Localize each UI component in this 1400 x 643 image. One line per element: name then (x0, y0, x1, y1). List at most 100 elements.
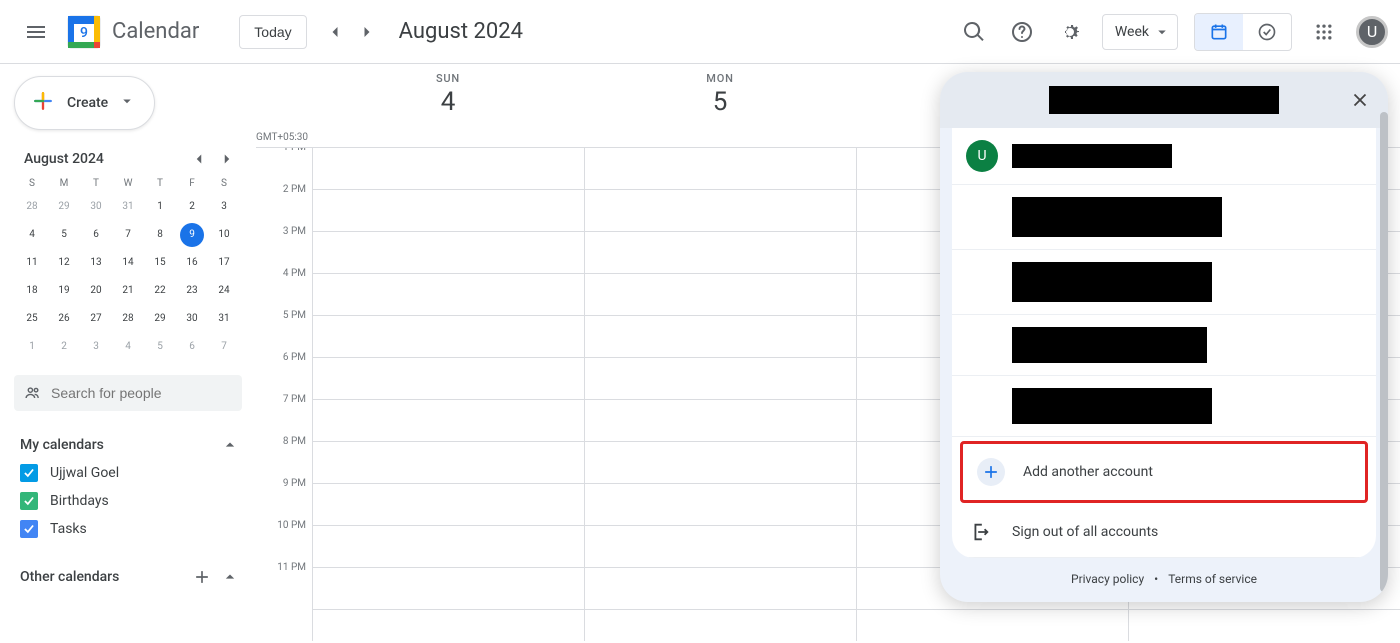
mini-day[interactable]: 7 (212, 335, 236, 359)
calendar-item[interactable]: Birthdays (10, 487, 246, 515)
other-calendars-toggle[interactable]: Other calendars (10, 563, 246, 591)
support-button[interactable] (1002, 12, 1042, 52)
mini-day[interactable]: 16 (180, 251, 204, 275)
mini-day[interactable]: 24 (212, 279, 236, 303)
add-calendar-button[interactable] (192, 567, 212, 587)
mini-day[interactable]: 23 (180, 279, 204, 303)
mini-day[interactable]: 17 (212, 251, 236, 275)
mini-day[interactable]: 25 (20, 307, 44, 331)
mini-day[interactable]: 18 (20, 279, 44, 303)
day-column[interactable] (584, 148, 856, 641)
mini-prev-button[interactable] (190, 150, 208, 168)
account-row[interactable]: U (952, 128, 1376, 185)
sign-out-button[interactable]: Sign out of all accounts (952, 507, 1376, 558)
mini-day[interactable]: 1 (20, 335, 44, 359)
today-button[interactable]: Today (239, 15, 306, 49)
mini-day[interactable]: 10 (212, 223, 236, 247)
mini-day[interactable]: 31 (116, 195, 140, 219)
hour-cell[interactable] (585, 484, 856, 526)
mini-day[interactable]: 22 (148, 279, 172, 303)
main-menu-button[interactable] (12, 8, 60, 56)
hour-cell[interactable] (313, 190, 584, 232)
mini-day[interactable]: 5 (148, 335, 172, 359)
add-another-account-button[interactable]: Add another account (963, 444, 1365, 500)
mini-day[interactable]: 5 (52, 223, 76, 247)
terms-link[interactable]: Terms of service (1168, 572, 1257, 586)
hour-cell[interactable] (585, 400, 856, 442)
hour-cell[interactable] (313, 316, 584, 358)
hour-cell[interactable] (585, 316, 856, 358)
mini-day[interactable]: 4 (20, 223, 44, 247)
hour-cell[interactable] (585, 358, 856, 400)
settings-button[interactable] (1050, 12, 1090, 52)
account-row[interactable] (952, 376, 1376, 437)
account-row[interactable] (952, 315, 1376, 376)
mini-day[interactable]: 3 (84, 335, 108, 359)
mini-day[interactable]: 4 (116, 335, 140, 359)
close-popup-button[interactable] (1344, 84, 1376, 116)
mini-day[interactable]: 27 (84, 307, 108, 331)
mini-day[interactable]: 28 (116, 307, 140, 331)
mini-day[interactable]: 28 (20, 195, 44, 219)
mini-day[interactable]: 31 (212, 307, 236, 331)
next-period-button[interactable] (351, 16, 383, 48)
privacy-link[interactable]: Privacy policy (1071, 572, 1144, 586)
mini-day[interactable]: 7 (116, 223, 140, 247)
hour-cell[interactable] (313, 484, 584, 526)
mini-day[interactable]: 12 (52, 251, 76, 275)
mini-day[interactable]: 29 (52, 195, 76, 219)
mini-day[interactable]: 29 (148, 307, 172, 331)
calendar-item[interactable]: Tasks (10, 515, 246, 543)
prev-period-button[interactable] (319, 16, 351, 48)
tasks-view-toggle[interactable] (1243, 14, 1291, 50)
account-row[interactable] (952, 250, 1376, 315)
mini-day[interactable]: 14 (116, 251, 140, 275)
hour-cell[interactable] (585, 190, 856, 232)
hour-cell[interactable] (585, 274, 856, 316)
day-column-header[interactable]: MON5 (584, 64, 856, 147)
mini-day[interactable]: 13 (84, 251, 108, 275)
mini-day[interactable]: 11 (20, 251, 44, 275)
search-people[interactable] (14, 375, 242, 411)
mini-day[interactable]: 1 (148, 195, 172, 219)
mini-day[interactable]: 26 (52, 307, 76, 331)
mini-day[interactable]: 19 (52, 279, 76, 303)
mini-day[interactable]: 9 (180, 223, 204, 247)
hour-cell[interactable] (313, 442, 584, 484)
hour-cell[interactable] (585, 148, 856, 190)
hour-cell[interactable] (585, 232, 856, 274)
hour-cell[interactable] (313, 568, 584, 610)
account-avatar[interactable]: U (1356, 16, 1388, 48)
mini-day[interactable]: 2 (180, 195, 204, 219)
calendar-checkbox[interactable] (20, 464, 38, 482)
mini-day[interactable]: 6 (180, 335, 204, 359)
view-selector[interactable]: Week (1102, 14, 1178, 50)
hour-cell[interactable] (585, 442, 856, 484)
search-button[interactable] (954, 12, 994, 52)
mini-day[interactable]: 2 (52, 335, 76, 359)
day-column[interactable] (312, 148, 584, 641)
hour-cell[interactable] (313, 526, 584, 568)
hour-cell[interactable] (313, 232, 584, 274)
google-apps-button[interactable] (1304, 12, 1344, 52)
mini-day[interactable]: 15 (148, 251, 172, 275)
hour-cell[interactable] (313, 400, 584, 442)
calendar-checkbox[interactable] (20, 492, 38, 510)
account-row[interactable] (952, 185, 1376, 250)
mini-day[interactable]: 6 (84, 223, 108, 247)
mini-day[interactable]: 8 (148, 223, 172, 247)
popup-scrollbar[interactable] (1380, 112, 1388, 592)
mini-day[interactable]: 30 (180, 307, 204, 331)
mini-next-button[interactable] (218, 150, 236, 168)
hour-cell[interactable] (313, 148, 584, 190)
calendar-checkbox[interactable] (20, 520, 38, 538)
calendar-item[interactable]: Ujjwal Goel (10, 459, 246, 487)
mini-day[interactable]: 3 (212, 195, 236, 219)
hour-cell[interactable] (313, 274, 584, 316)
hour-cell[interactable] (585, 526, 856, 568)
calendar-view-toggle[interactable] (1195, 14, 1243, 50)
mini-day[interactable]: 20 (84, 279, 108, 303)
my-calendars-toggle[interactable]: My calendars (10, 431, 246, 459)
create-button[interactable]: Create (14, 76, 155, 130)
hour-cell[interactable] (585, 568, 856, 610)
